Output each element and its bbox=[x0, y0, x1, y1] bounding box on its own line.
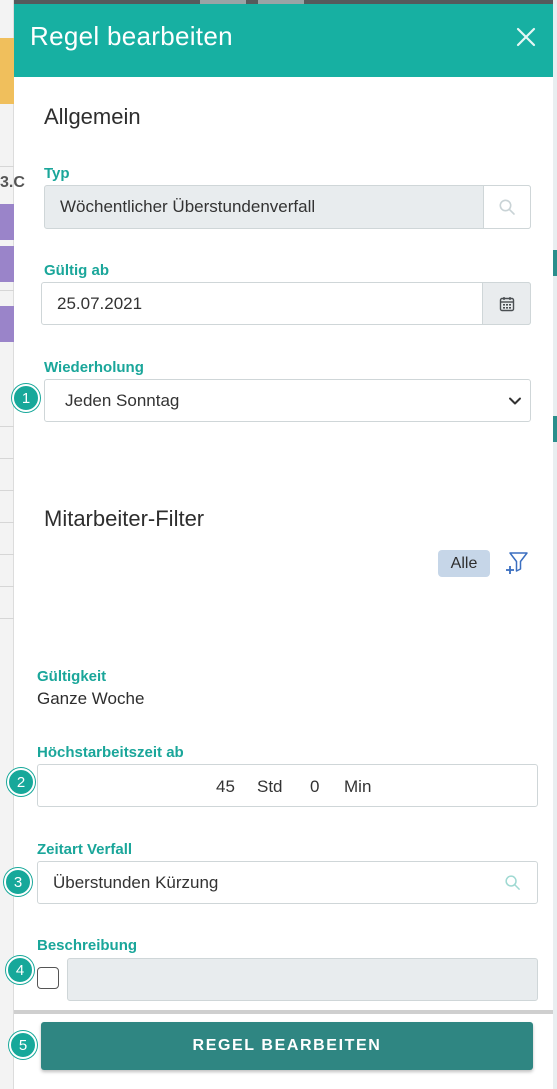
background-line bbox=[0, 426, 14, 427]
background-line bbox=[0, 618, 14, 619]
section-title-general: Allgemein bbox=[44, 104, 141, 129]
minutes-value[interactable]: 0 bbox=[310, 777, 319, 797]
drawer-header: Regel bearbeiten bbox=[14, 4, 553, 77]
step-badge-5: 5 bbox=[9, 1031, 37, 1059]
time-type-label: Zeitart Verfall bbox=[37, 841, 133, 858]
add-filter-icon[interactable] bbox=[504, 550, 530, 576]
step-badge-4: 4 bbox=[6, 956, 34, 984]
background-line bbox=[0, 166, 14, 167]
background-line bbox=[0, 554, 14, 555]
description-label: Beschreibung bbox=[37, 937, 138, 954]
valid-from-value: 25.07.2021 bbox=[57, 293, 143, 313]
description-input[interactable] bbox=[67, 958, 538, 1001]
background-line bbox=[0, 522, 14, 523]
footer-divider bbox=[14, 1010, 553, 1014]
type-field: Wöchentlicher Überstundenverfall bbox=[44, 185, 531, 229]
background-line bbox=[0, 290, 14, 291]
background-block bbox=[0, 38, 14, 104]
valid-from-input[interactable]: 25.07.2021 bbox=[41, 282, 531, 325]
search-icon[interactable] bbox=[504, 874, 521, 891]
background-block bbox=[553, 416, 557, 442]
filter-chip-all[interactable]: Alle bbox=[438, 550, 490, 577]
minutes-unit: Min bbox=[344, 777, 372, 796]
max-work-time-input[interactable]: 45 Std 0 Min bbox=[37, 764, 538, 807]
section-title-employee-filter: Mitarbeiter-Filter bbox=[44, 506, 205, 531]
type-search-button[interactable] bbox=[483, 185, 531, 229]
max-work-time-label: Höchstarbeitszeit ab bbox=[37, 744, 184, 761]
step-badge-2: 2 bbox=[7, 768, 35, 796]
background-block bbox=[0, 204, 14, 240]
step-badge-1: 1 bbox=[12, 384, 40, 412]
close-icon[interactable] bbox=[513, 24, 539, 50]
background-line bbox=[0, 586, 14, 587]
step-badge-3: 3 bbox=[4, 868, 32, 896]
validity-label: Gültigkeit bbox=[37, 668, 107, 685]
repeat-select[interactable]: Jeden Sonntag bbox=[44, 379, 531, 422]
valid-from-label: Gültig ab bbox=[44, 262, 109, 279]
drawer-title: Regel bearbeiten bbox=[30, 21, 233, 51]
background-panel-right bbox=[553, 0, 557, 1089]
type-value: Wöchentlicher Überstundenverfall bbox=[60, 197, 316, 216]
validity-value: Ganze Woche bbox=[37, 689, 145, 708]
repeat-label: Wiederholung bbox=[44, 359, 144, 376]
background-line bbox=[0, 490, 14, 491]
background-panel-left: 3.C bbox=[0, 0, 25, 1089]
calendar-icon bbox=[499, 296, 514, 311]
time-type-value: Überstunden Kürzung bbox=[53, 872, 219, 892]
background-block bbox=[553, 250, 557, 276]
time-type-input[interactable]: Überstunden Kürzung bbox=[37, 861, 538, 904]
background-block bbox=[0, 306, 14, 342]
calendar-button[interactable] bbox=[482, 282, 531, 325]
chevron-down-icon bbox=[509, 397, 521, 405]
background-text: 3.C bbox=[0, 174, 25, 191]
description-checkbox[interactable] bbox=[37, 967, 59, 989]
background-block bbox=[0, 246, 14, 282]
hours-value[interactable]: 45 bbox=[216, 777, 235, 797]
background-line bbox=[0, 458, 14, 459]
search-icon bbox=[499, 199, 515, 215]
submit-button[interactable]: REGEL BEARBEITEN bbox=[41, 1022, 533, 1070]
repeat-value: Jeden Sonntag bbox=[65, 390, 180, 410]
hours-unit: Std bbox=[257, 777, 283, 796]
type-label: Typ bbox=[44, 165, 70, 182]
app-root: 3.C Regel bearbeiten Allgemein Typ Wöche… bbox=[0, 0, 557, 1089]
